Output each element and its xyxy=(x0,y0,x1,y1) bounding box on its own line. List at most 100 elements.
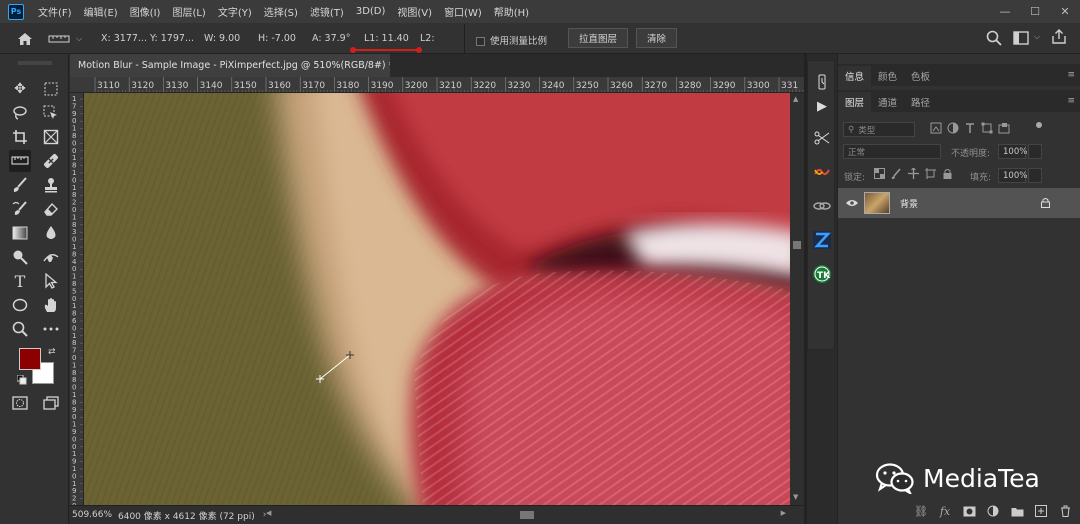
maximize-icon[interactable]: ☐ xyxy=(1020,0,1050,23)
eraser-tool-icon[interactable] xyxy=(40,198,62,220)
tab-info[interactable]: 信息 xyxy=(838,66,872,86)
tab-layers[interactable]: 图层 xyxy=(838,92,872,112)
plugin-red-icon[interactable] xyxy=(811,161,833,183)
ruler-tool-icon[interactable] xyxy=(9,150,31,172)
foreground-color-swatch[interactable] xyxy=(19,348,41,370)
menu-edit[interactable]: 编辑(E) xyxy=(78,4,124,19)
filter-type-icon[interactable] xyxy=(964,122,976,134)
scroll-up-icon[interactable]: ▲ xyxy=(793,95,798,103)
screen-mode-icon[interactable] xyxy=(40,392,62,414)
filter-shape-icon[interactable] xyxy=(981,122,993,134)
quick-mask-icon[interactable] xyxy=(9,392,31,414)
plugin-link-icon[interactable] xyxy=(811,195,833,217)
image-canvas[interactable] xyxy=(84,93,790,505)
scroll-left-icon[interactable]: ◀ xyxy=(266,509,271,517)
lock-transparent-icon[interactable] xyxy=(874,168,885,179)
new-layer-icon[interactable] xyxy=(1032,502,1050,520)
workspace-chevron-icon[interactable]: ⌵ xyxy=(1034,32,1040,42)
more-tools-icon[interactable] xyxy=(40,318,62,340)
tool-presets-icon[interactable] xyxy=(811,127,833,149)
menu-image[interactable]: 图像(I) xyxy=(124,4,167,19)
menu-file[interactable]: 文件(F) xyxy=(32,4,78,19)
path-selection-tool-icon[interactable] xyxy=(40,270,62,292)
search-icon[interactable] xyxy=(986,30,1002,49)
menu-select[interactable]: 选择(S) xyxy=(258,4,304,19)
panel-menu-icon[interactable]: ≡ xyxy=(1067,70,1075,80)
filter-pixel-icon[interactable] xyxy=(930,122,942,134)
swap-colors-icon[interactable]: ⇄ xyxy=(48,347,56,357)
ruler-tool-preset-picker[interactable]: ⌵ xyxy=(48,29,90,49)
checkbox-box[interactable] xyxy=(476,37,485,46)
filter-adjustment-icon[interactable] xyxy=(947,122,959,134)
menu-3d[interactable]: 3D(D) xyxy=(350,6,392,17)
zoom-tool-icon[interactable] xyxy=(9,318,31,340)
menu-layer[interactable]: 图层(L) xyxy=(166,4,211,19)
straighten-layer-button[interactable]: 拉直图层 xyxy=(568,28,629,48)
brush-tool-icon[interactable] xyxy=(9,174,31,196)
use-measurement-scale-checkbox[interactable]: 使用测量比例 xyxy=(476,33,547,47)
horizontal-scrollbar[interactable]: ◀ ▶ xyxy=(266,509,786,521)
pen-tool-icon[interactable] xyxy=(40,246,62,268)
marquee-tool-icon[interactable] xyxy=(40,78,62,100)
opacity-input[interactable]: 100% xyxy=(998,144,1027,159)
hand-tool-icon[interactable] xyxy=(40,294,62,316)
plugin-z-icon[interactable] xyxy=(811,229,833,251)
ellipse-tool-icon[interactable] xyxy=(9,294,31,316)
menu-filter[interactable]: 滤镜(T) xyxy=(304,4,350,19)
tab-paths[interactable]: 路径 xyxy=(904,92,937,112)
scroll-right-icon[interactable]: ▶ xyxy=(781,509,786,517)
blur-tool-icon[interactable] xyxy=(40,222,62,244)
plugin-tk-icon[interactable]: TK xyxy=(811,263,833,285)
layers-panel-menu-icon[interactable]: ≡ xyxy=(1067,96,1075,106)
minimize-icon[interactable]: — xyxy=(990,0,1020,23)
object-selection-tool-icon[interactable] xyxy=(40,102,62,124)
type-tool-icon[interactable]: T xyxy=(9,270,31,292)
photoshop-logo[interactable]: Ps xyxy=(8,3,24,20)
clone-stamp-tool-icon[interactable] xyxy=(40,174,62,196)
share-icon[interactable] xyxy=(1051,29,1067,48)
home-icon[interactable] xyxy=(14,29,36,49)
new-adjustment-layer-icon[interactable] xyxy=(984,502,1002,520)
lock-all-icon[interactable] xyxy=(942,168,953,179)
fill-dropdown[interactable] xyxy=(1028,168,1042,183)
lock-pixels-icon[interactable] xyxy=(891,168,902,179)
frame-tool-icon[interactable] xyxy=(40,126,62,148)
gradient-tool-icon[interactable] xyxy=(9,222,31,244)
tab-channels[interactable]: 通道 xyxy=(871,92,904,112)
move-tool-icon[interactable]: ✥ xyxy=(9,78,31,100)
menu-help[interactable]: 帮助(H) xyxy=(488,4,535,19)
opacity-dropdown[interactable] xyxy=(1028,144,1042,159)
close-window-icon[interactable]: ✕ xyxy=(1050,0,1080,23)
layer-name[interactable]: 背景 xyxy=(900,197,918,210)
history-panel-icon[interactable] xyxy=(811,71,833,93)
vertical-scrollbar[interactable]: ▲ ▼ xyxy=(790,93,804,505)
tab-swatches[interactable]: 色板 xyxy=(904,66,937,86)
toolbar-grip[interactable] xyxy=(18,58,52,65)
layer-style-fx-icon[interactable]: fx xyxy=(936,502,954,520)
tab-color[interactable]: 颜色 xyxy=(871,66,904,86)
crop-tool-icon[interactable] xyxy=(9,126,31,148)
layer-row-background[interactable]: 背景 xyxy=(838,188,1080,218)
actions-play-icon[interactable]: ▶ xyxy=(811,95,833,117)
dodge-tool-icon[interactable] xyxy=(9,246,31,268)
lock-position-icon[interactable] xyxy=(908,168,919,179)
default-colors-icon[interactable] xyxy=(16,374,27,388)
healing-brush-tool-icon[interactable] xyxy=(40,150,62,172)
filter-toggle[interactable] xyxy=(1036,122,1042,128)
fill-input[interactable]: 100% xyxy=(998,168,1027,183)
menu-type[interactable]: 文字(Y) xyxy=(212,4,258,19)
scroll-down-icon[interactable]: ▼ xyxy=(793,493,798,501)
menu-view[interactable]: 视图(V) xyxy=(391,4,438,19)
add-mask-icon[interactable] xyxy=(960,502,978,520)
visibility-eye-icon[interactable] xyxy=(846,199,858,207)
new-group-folder-icon[interactable] xyxy=(1008,502,1026,520)
scroll-thumb[interactable] xyxy=(793,241,801,249)
zoom-level[interactable]: 509.66% xyxy=(72,510,116,520)
history-brush-tool-icon[interactable] xyxy=(9,198,31,220)
blend-mode-select[interactable]: 正常 xyxy=(843,144,941,159)
link-layers-icon[interactable]: ⛓ xyxy=(912,502,930,520)
filter-smart-object-icon[interactable] xyxy=(998,122,1010,134)
lasso-tool-icon[interactable] xyxy=(9,102,31,124)
hscroll-thumb[interactable] xyxy=(520,511,534,519)
lock-artboard-icon[interactable] xyxy=(925,168,936,179)
